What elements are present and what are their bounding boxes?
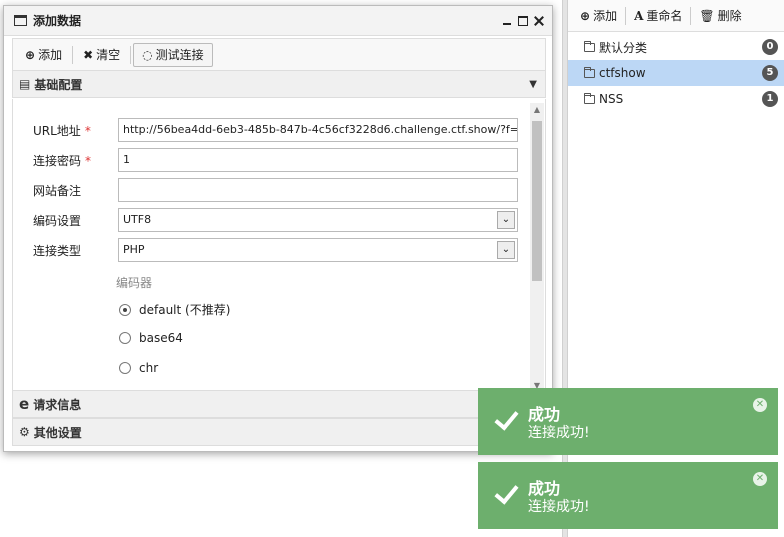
maximize-icon[interactable] [518, 15, 528, 26]
encoder-option-base64[interactable]: base64 [119, 331, 183, 345]
category-count-badge: 5 [762, 65, 778, 81]
font-icon: A [634, 8, 644, 23]
type-label: 连接类型 [33, 243, 82, 258]
gears-icon: ⚙ [19, 425, 30, 439]
trash-icon: 🗑 [699, 8, 715, 23]
basic-config-body: URL地址 * http://56bea4dd-6eb3-485b-847b-4c… [12, 99, 546, 391]
toolbar-divider [72, 45, 74, 64]
toolbar-divider [130, 45, 132, 64]
password-input[interactable]: 1 [118, 148, 518, 172]
folder-icon [584, 40, 595, 52]
clear-label: 清空 [96, 48, 121, 62]
radio-icon[interactable] [119, 362, 131, 374]
success-toast: 成功 连接成功! ✕ [478, 462, 778, 529]
encoder-label: 编码器 [116, 276, 153, 290]
encoder-option-label: default (不推荐) [139, 303, 231, 317]
add-category-button[interactable]: ⊕ 添加 [572, 5, 625, 27]
category-name: NSS [599, 92, 624, 106]
dialog-title: 添加数据 [33, 14, 82, 28]
category-toolbar: ⊕ 添加 A 重命名 🗑 删除 [568, 0, 784, 32]
delete-category-button[interactable]: 🗑 删除 [691, 5, 749, 27]
chevron-down-icon: ⌄ [497, 241, 515, 259]
url-label: URL地址 * [33, 123, 91, 138]
encoding-row: 编码设置 UTF8 ⌄ [33, 208, 518, 232]
scroll-thumb[interactable] [532, 121, 542, 281]
plus-circle-icon: ⊕ [25, 47, 36, 62]
add-label: 添加 [38, 48, 63, 62]
category-item-ctfshow[interactable]: ctfshow 5 [568, 60, 784, 86]
password-row: 连接密码 * 1 [33, 148, 518, 172]
checkmark-icon [492, 481, 518, 507]
encoder-option-label: base64 [139, 331, 183, 345]
toast-close-icon[interactable]: ✕ [753, 472, 767, 486]
note-row: 网站备注 [33, 178, 518, 202]
file-text-icon: ▤ [19, 77, 31, 91]
url-row: URL地址 * http://56bea4dd-6eb3-485b-847b-4c… [33, 118, 518, 142]
rename-category-label: 重命名 [646, 9, 683, 23]
chevron-down-icon: ⌄ [497, 211, 515, 229]
plus-circle-icon: ⊕ [580, 8, 591, 23]
section-title-request: 请求信息 [33, 397, 82, 412]
category-name: 默认分类 [599, 40, 648, 55]
clear-button[interactable]: ✖ 清空 [75, 43, 128, 67]
toast-message: 连接成功! [528, 499, 590, 515]
toast-message: 连接成功! [528, 425, 590, 441]
section-header-request[interactable]: e 请求信息 [12, 390, 546, 418]
category-count-badge: 0 [762, 39, 778, 55]
type-select[interactable]: PHP ⌄ [118, 238, 518, 262]
chevron-down-icon: ▼ [529, 78, 537, 90]
type-row: 连接类型 PHP ⌄ [33, 238, 518, 262]
spinner-icon: ◌ [142, 47, 153, 62]
scroll-up-icon[interactable]: ▲ [532, 105, 542, 115]
x-icon: ✖ [83, 47, 94, 62]
rename-category-button[interactable]: A 重命名 [626, 5, 690, 27]
minimize-icon[interactable] [502, 16, 512, 26]
section-header-other[interactable]: ⚙ 其他设置 [12, 418, 546, 446]
type-value: PHP [123, 243, 145, 256]
encoder-option-default[interactable]: default (不推荐) [119, 301, 230, 318]
section-header-basic[interactable]: ▤ 基础配置 ▼ [12, 70, 546, 98]
category-item-nss[interactable]: NSS 1 [568, 86, 784, 112]
category-count-badge: 1 [762, 91, 778, 107]
url-input[interactable]: http://56bea4dd-6eb3-485b-847b-4c56cf322… [118, 118, 518, 142]
test-connection-label: 测试连接 [155, 48, 204, 62]
dialog-titlebar[interactable]: 添加数据 [4, 6, 552, 36]
category-name: ctfshow [599, 66, 646, 80]
note-input[interactable] [118, 178, 518, 202]
encoder-option-label: chr [139, 361, 159, 375]
folder-icon [584, 92, 595, 104]
add-data-dialog: 添加数据 ⊕ 添加 ✖ 清空 ◌ 测试连接 ▤ 基础配置 ▼ URL地址 * ht… [3, 5, 553, 452]
folder-icon [584, 66, 595, 78]
test-connection-button[interactable]: ◌ 测试连接 [133, 42, 213, 67]
add-category-label: 添加 [593, 9, 618, 23]
close-icon[interactable] [534, 16, 544, 26]
window-icon [14, 15, 27, 26]
delete-category-label: 删除 [717, 9, 742, 23]
section-title-basic: 基础配置 [34, 77, 83, 92]
dialog-toolbar: ⊕ 添加 ✖ 清空 ◌ 测试连接 [12, 38, 546, 70]
category-item-default[interactable]: 默认分类 0 [568, 34, 784, 60]
encoding-label: 编码设置 [33, 213, 82, 228]
window-controls [502, 15, 552, 26]
encoder-option-chr[interactable]: chr [119, 361, 158, 375]
success-toast: 成功 连接成功! ✕ [478, 388, 778, 455]
form-scrollbar[interactable]: ▲ ▼ [530, 103, 544, 393]
ie-icon: e [19, 395, 30, 413]
radio-checked-icon[interactable] [119, 303, 131, 316]
section-title-other: 其他设置 [33, 425, 82, 440]
toast-close-icon[interactable]: ✕ [753, 398, 767, 412]
password-label: 连接密码 * [33, 153, 92, 168]
checkmark-icon [492, 407, 518, 433]
encoding-value: UTF8 [123, 213, 152, 226]
category-list: 默认分类 0 ctfshow 5 NSS 1 [568, 32, 784, 112]
note-label: 网站备注 [33, 183, 82, 198]
radio-icon[interactable] [119, 332, 131, 344]
add-button[interactable]: ⊕ 添加 [17, 43, 70, 67]
category-panel: ⊕ 添加 A 重命名 🗑 删除 默认分类 0 ctfshow 5 NSS 1 [568, 0, 784, 537]
encoding-select[interactable]: UTF8 ⌄ [118, 208, 518, 232]
